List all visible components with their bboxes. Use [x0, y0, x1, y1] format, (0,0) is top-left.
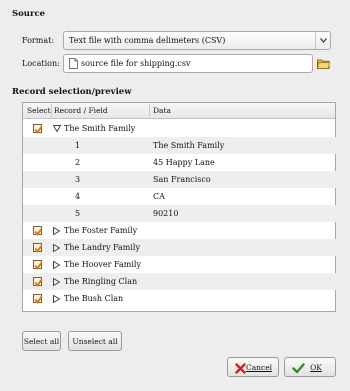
cancel-x-icon — [235, 362, 246, 381]
format-dropdown-value: Text file with comma delimeters (CSV) — [69, 36, 226, 45]
record-row[interactable]: The Bush Clan — [23, 290, 350, 307]
field-number: 3 — [75, 175, 81, 184]
record-label: The Ringling Clan — [64, 277, 138, 286]
column-select[interactable]: Select — [27, 106, 51, 115]
field-data: San Francisco — [153, 175, 211, 184]
records-section-title: Record selection/preview — [12, 87, 132, 97]
records-tree[interactable]: Select Record / Field Data The Smith Fam… — [22, 102, 350, 312]
field-row[interactable]: 5 90210 — [23, 205, 350, 222]
record-checkbox[interactable] — [33, 294, 43, 304]
field-data: CA — [153, 192, 165, 201]
unselect-all-button[interactable]: Unselect all — [68, 331, 122, 351]
document-icon — [69, 58, 78, 71]
folder-browse-button[interactable] — [316, 55, 331, 72]
source-section-title: Source — [12, 9, 46, 19]
record-checkbox[interactable] — [33, 277, 43, 287]
record-label: The Smith Family — [64, 124, 136, 133]
field-number: 5 — [75, 209, 81, 218]
tree-header: Select Record / Field Data — [23, 103, 335, 119]
cancel-button[interactable]: Cancel — [227, 357, 279, 377]
select-all-button[interactable]: Select all — [22, 331, 61, 351]
field-number: 2 — [75, 158, 81, 167]
record-row[interactable]: The Ringling Clan — [23, 273, 350, 290]
triangle-down-icon[interactable] — [52, 125, 62, 134]
column-data[interactable]: Data — [153, 106, 171, 115]
cancel-label: Cancel — [245, 363, 273, 372]
field-row[interactable]: 2 45 Happy Lane — [23, 154, 350, 171]
record-checkbox[interactable] — [33, 260, 43, 270]
record-label: The Hoover Family — [64, 260, 141, 269]
location-field[interactable]: source file for shipping.csv — [63, 54, 313, 73]
triangle-right-icon[interactable] — [53, 226, 61, 237]
record-row[interactable]: The Hoover Family — [23, 256, 350, 273]
field-data: The Smith Family — [153, 141, 225, 150]
ok-label: OK — [310, 363, 322, 372]
triangle-right-icon[interactable] — [53, 277, 61, 288]
field-number: 4 — [75, 192, 81, 201]
field-row[interactable]: 4 CA — [23, 188, 350, 205]
column-record-field[interactable]: Record / Field — [54, 106, 108, 115]
record-checkbox[interactable] — [33, 124, 43, 134]
chevron-down-icon[interactable] — [315, 32, 330, 49]
record-row[interactable]: The Smith Family — [23, 120, 350, 137]
record-checkbox[interactable] — [33, 243, 43, 253]
record-row[interactable]: The Landry Family — [23, 239, 350, 256]
record-label: The Bush Clan — [64, 294, 124, 303]
field-data: 90210 — [153, 209, 179, 218]
checkmark-icon — [292, 362, 305, 381]
folder-icon — [317, 58, 330, 71]
format-label: Format: — [22, 36, 55, 45]
ok-button[interactable]: OK — [284, 357, 336, 377]
field-data: 45 Happy Lane — [153, 158, 215, 167]
location-value: source file for shipping.csv — [81, 59, 191, 68]
triangle-right-icon[interactable] — [53, 294, 61, 305]
triangle-right-icon[interactable] — [53, 243, 61, 254]
record-row[interactable]: The Foster Family — [23, 222, 350, 239]
record-label: The Landry Family — [64, 243, 141, 252]
record-checkbox[interactable] — [33, 226, 43, 236]
field-number: 1 — [75, 141, 81, 150]
format-dropdown[interactable]: Text file with comma delimeters (CSV) — [63, 31, 331, 50]
record-label: The Foster Family — [64, 226, 138, 235]
location-label: Location: — [22, 59, 60, 68]
triangle-right-icon[interactable] — [53, 260, 61, 271]
field-row[interactable]: 3 San Francisco — [23, 171, 350, 188]
field-row[interactable]: 1 The Smith Family — [23, 137, 350, 154]
